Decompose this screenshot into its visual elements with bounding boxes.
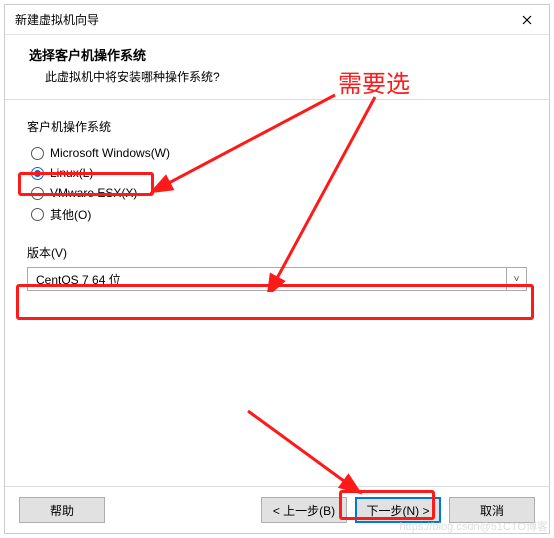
radio-label: Linux(L) — [50, 166, 93, 180]
radio-icon — [31, 147, 44, 160]
radio-label: VMware ESX(X) — [50, 186, 137, 200]
titlebar: 新建虚拟机向导 — [5, 5, 549, 35]
header: 选择客户机操作系统 此虚拟机中将安装哪种操作系统? — [5, 35, 549, 100]
footer: 帮助 < 上一步(B) 下一步(N) > 取消 — [5, 486, 549, 533]
radio-other[interactable]: 其他(O) — [27, 205, 527, 224]
header-title: 选择客户机操作系统 — [29, 45, 525, 64]
radio-icon — [31, 208, 44, 221]
version-value: CentOS 7 64 位 — [28, 271, 506, 288]
chevron-down-icon: ˅ — [506, 268, 526, 290]
close-button[interactable] — [507, 6, 547, 34]
radio-icon — [31, 187, 44, 200]
os-group-label: 客户机操作系统 — [27, 118, 527, 135]
header-subtitle: 此虚拟机中将安装哪种操作系统? — [29, 68, 525, 85]
radio-label: 其他(O) — [50, 206, 91, 223]
version-label: 版本(V) — [27, 244, 527, 261]
close-icon — [522, 15, 532, 25]
radio-label: Microsoft Windows(W) — [50, 146, 170, 160]
wizard-dialog: 新建虚拟机向导 选择客户机操作系统 此虚拟机中将安装哪种操作系统? 客户机操作系… — [4, 4, 550, 534]
cancel-button[interactable]: 取消 — [449, 497, 535, 523]
radio-windows[interactable]: Microsoft Windows(W) — [27, 145, 527, 161]
radio-vmware-esx[interactable]: VMware ESX(X) — [27, 185, 527, 201]
window-title: 新建虚拟机向导 — [15, 11, 99, 28]
radio-icon — [31, 167, 44, 180]
version-select[interactable]: CentOS 7 64 位 ˅ — [27, 267, 527, 291]
body: 客户机操作系统 Microsoft Windows(W) Linux(L) VM… — [5, 100, 549, 486]
next-button[interactable]: 下一步(N) > — [355, 497, 441, 523]
back-button[interactable]: < 上一步(B) — [261, 497, 347, 523]
radio-linux[interactable]: Linux(L) — [27, 165, 527, 181]
help-button[interactable]: 帮助 — [19, 497, 105, 523]
